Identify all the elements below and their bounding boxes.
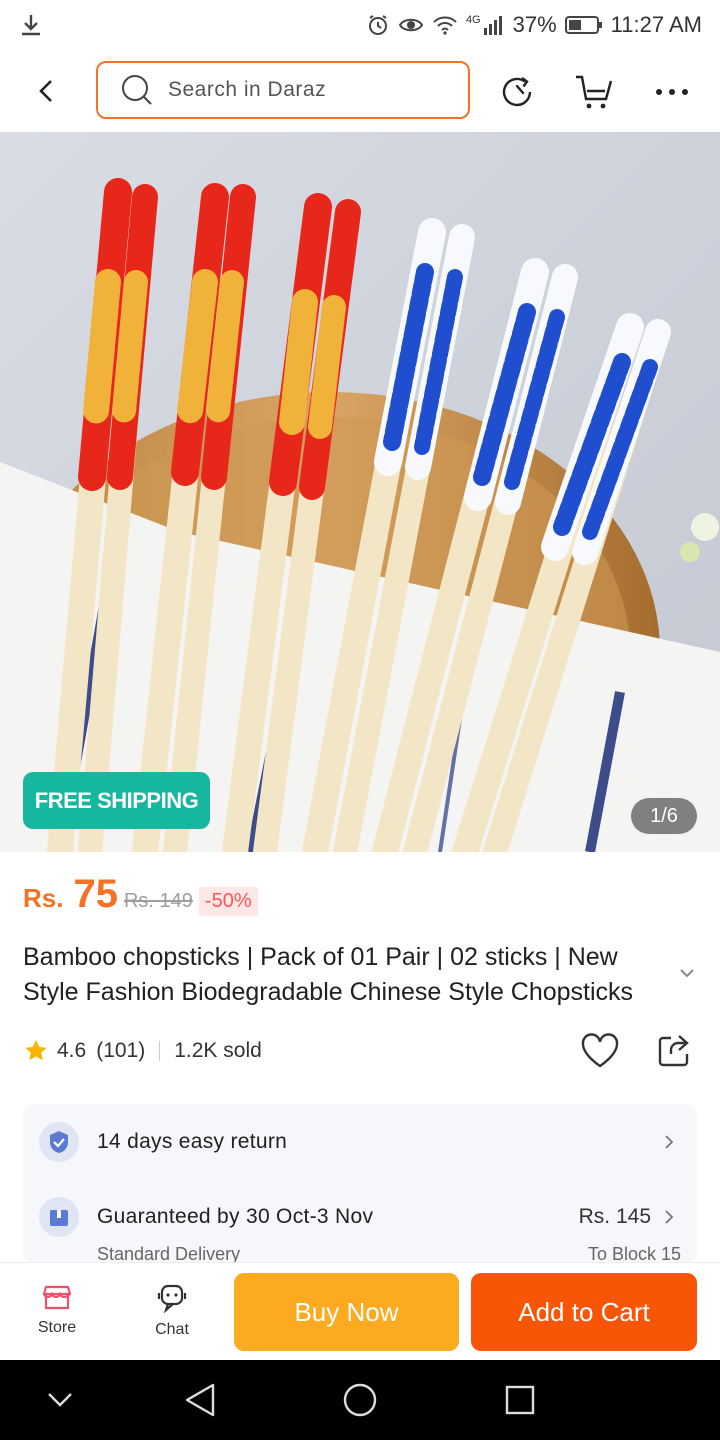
rating-value: 4.6 xyxy=(57,1039,87,1062)
shield-icon xyxy=(39,1122,79,1162)
price-currency: Rs. xyxy=(23,883,64,913)
chat-button[interactable]: Chat xyxy=(132,1283,212,1353)
search-icon xyxy=(122,75,152,105)
price-value: 75 xyxy=(73,872,118,916)
battery-percent: 37% xyxy=(512,12,557,37)
more-options-button[interactable] xyxy=(650,70,694,114)
share-button[interactable] xyxy=(652,1029,696,1073)
price-row: Rs. 75 Rs. 149 -50% xyxy=(23,872,258,922)
wifi-icon xyxy=(432,14,458,36)
chevron-down-icon xyxy=(680,969,694,978)
chevron-right-icon xyxy=(665,1135,674,1149)
alarm-icon xyxy=(366,13,390,37)
package-icon xyxy=(39,1197,79,1237)
star-icon xyxy=(25,1040,47,1061)
battery-icon xyxy=(564,15,603,35)
system-home-button[interactable] xyxy=(340,1380,380,1420)
system-nav-bar xyxy=(0,1360,720,1440)
cart-button[interactable] xyxy=(572,70,616,114)
return-policy-row[interactable]: 14 days easy return xyxy=(23,1112,697,1172)
original-price: Rs. 149 xyxy=(123,890,193,912)
share-icon xyxy=(658,1035,689,1067)
sold-count: 1.2K sold xyxy=(174,1039,262,1062)
product-title: Bamboo chopsticks | Pack of 01 Pair | 02… xyxy=(23,943,634,1006)
product-image-carousel[interactable]: FREE SHIPPING 1/6 xyxy=(0,132,720,852)
heart-icon xyxy=(581,1033,619,1068)
square-recents-icon xyxy=(505,1385,535,1415)
store-button[interactable]: Store xyxy=(17,1283,97,1353)
chat-label: Chat xyxy=(155,1321,189,1338)
delivery-row[interactable]: Guaranteed by 30 Oct-3 Nov Rs. 145 xyxy=(23,1187,697,1247)
divider xyxy=(159,1041,161,1061)
delivery-location: To Block 15 xyxy=(587,1244,681,1264)
eye-icon xyxy=(398,14,424,36)
chevron-right-icon xyxy=(665,1210,674,1224)
signal-icon: 4G xyxy=(466,14,505,36)
chat-icon xyxy=(157,1284,187,1313)
system-recents-button[interactable] xyxy=(500,1380,540,1420)
refresh-button[interactable] xyxy=(496,70,540,114)
return-policy-label: 14 days easy return xyxy=(97,1130,288,1153)
add-to-cart-button[interactable]: Add to Cart xyxy=(471,1273,697,1351)
delivery-type: Standard Delivery xyxy=(97,1244,241,1264)
product-image xyxy=(0,132,720,852)
top-bar: Search in Daraz xyxy=(0,50,720,132)
circle-home-icon xyxy=(343,1383,377,1417)
free-shipping-badge: FREE SHIPPING xyxy=(23,772,210,829)
search-input[interactable]: Search in Daraz xyxy=(96,61,470,119)
review-count: (101) xyxy=(96,1039,146,1062)
bottom-action-bar: Store Chat Buy Now Add to Cart xyxy=(0,1262,720,1360)
buy-now-button[interactable]: Buy Now xyxy=(234,1273,459,1351)
discount-badge: -50% xyxy=(198,887,258,916)
rating-row[interactable]: 4.6 (101) 1.2K sold xyxy=(23,1033,262,1069)
hide-keyboard-button[interactable] xyxy=(40,1380,80,1420)
image-counter: 1/6 xyxy=(631,798,697,834)
service-card: 14 days easy return Guaranteed by 30 Oct… xyxy=(23,1104,697,1264)
delivery-price: Rs. 145 xyxy=(578,1205,651,1228)
store-icon xyxy=(42,1285,72,1310)
status-bar: 4G 37% 11:27 AM xyxy=(0,0,720,50)
back-button[interactable] xyxy=(28,72,66,110)
refresh-icon xyxy=(502,77,532,107)
chevron-down-icon xyxy=(48,1393,72,1407)
cart-icon xyxy=(576,75,613,109)
chevron-left-icon xyxy=(39,80,52,102)
triangle-back-icon xyxy=(185,1383,215,1417)
wishlist-button[interactable] xyxy=(578,1029,622,1073)
store-label: Store xyxy=(37,1319,77,1336)
delivery-label: Guaranteed by 30 Oct-3 Nov xyxy=(97,1205,374,1228)
network-type: 4G xyxy=(465,14,481,26)
clock: 11:27 AM xyxy=(610,12,702,37)
expand-title-button[interactable] xyxy=(676,962,698,984)
more-icon xyxy=(656,89,688,95)
system-back-button[interactable] xyxy=(180,1380,220,1420)
search-placeholder: Search in Daraz xyxy=(168,78,327,101)
download-icon xyxy=(18,12,44,38)
